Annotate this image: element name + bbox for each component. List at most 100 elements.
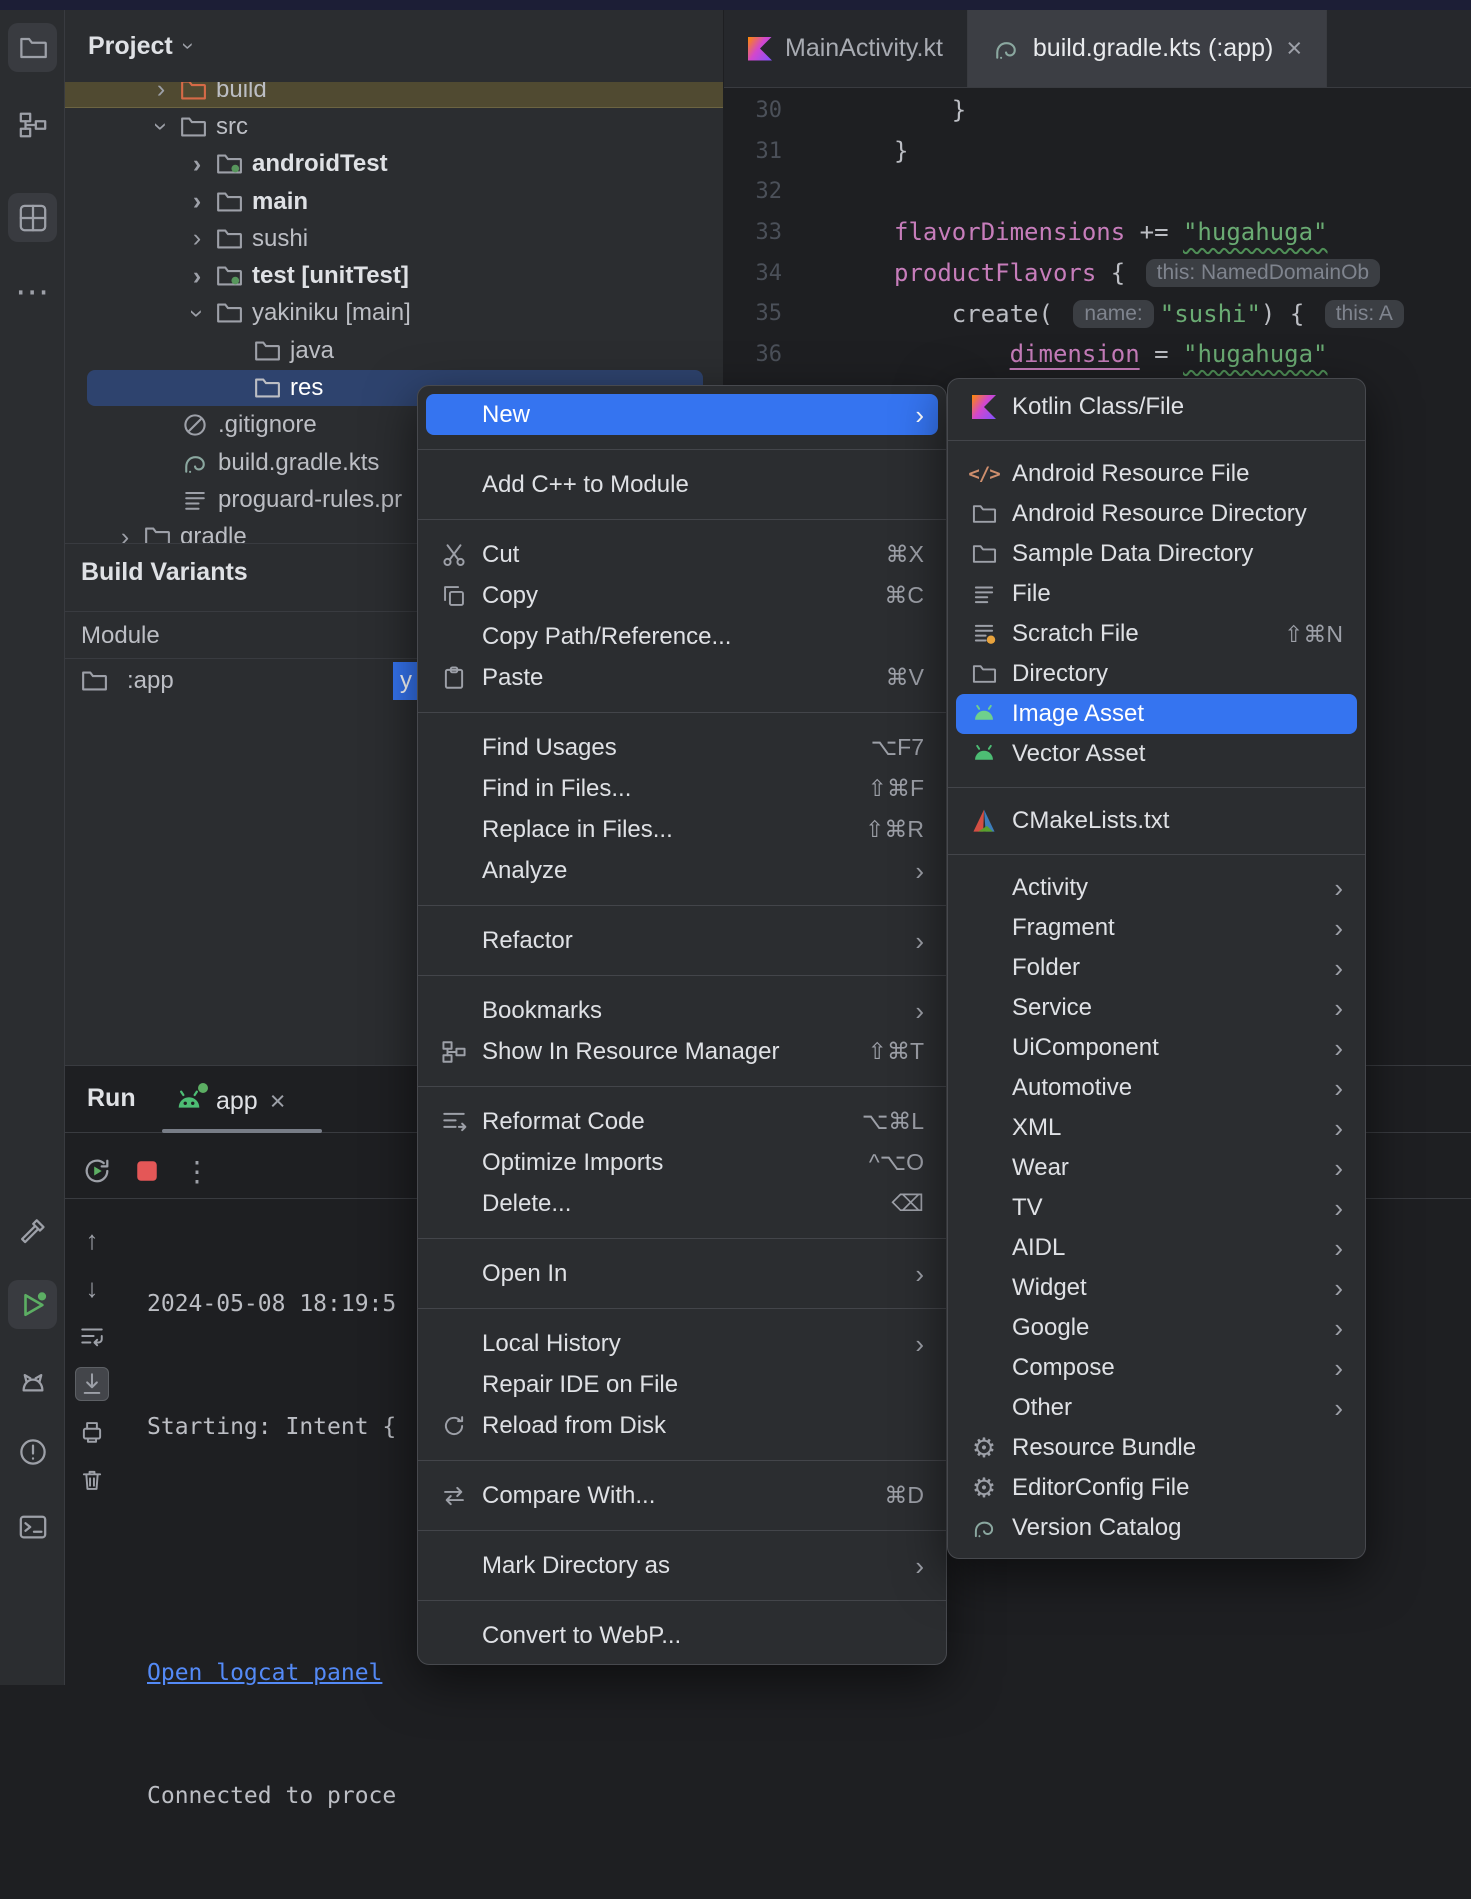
structure-tool-button[interactable] — [8, 100, 57, 149]
menu-item-compare-with[interactable]: Compare With... ⌘D — [426, 1475, 938, 1516]
line-number: 30 — [755, 97, 783, 123]
submenu-item-folder[interactable]: Folder › — [956, 948, 1357, 988]
submenu-item-image-asset[interactable]: Image Asset — [956, 694, 1357, 734]
problems-tool-button[interactable] — [8, 1427, 57, 1476]
print-button[interactable] — [75, 1415, 109, 1449]
more-options-button[interactable]: ⋮ — [180, 1154, 214, 1188]
tree-row-sushi[interactable]: › sushi — [65, 220, 723, 257]
gradle-icon — [968, 1513, 1000, 1543]
console-gutter: ↑ ↓ — [75, 1223, 109, 1497]
menu-item-analyze[interactable]: Analyze › — [426, 850, 938, 891]
menu-item-mark-directory-as[interactable]: Mark Directory as › — [426, 1545, 938, 1586]
menu-item-repair-ide[interactable]: Repair IDE on File — [426, 1364, 938, 1405]
menu-item-replace-in-files[interactable]: Replace in Files... ⇧⌘R — [426, 809, 938, 850]
tree-row-java[interactable]: java — [65, 332, 723, 369]
submenu-arrow-icon: › — [1334, 1353, 1343, 1383]
submenu-item-vector-asset[interactable]: Vector Asset — [956, 734, 1357, 774]
rerun-button[interactable] — [80, 1154, 114, 1188]
tree-row-src[interactable]: › src — [65, 108, 723, 145]
menu-item-paste[interactable]: Paste ⌘V — [426, 657, 938, 698]
menu-item-show-in-resource-manager[interactable]: Show In Resource Manager ⇧⌘T — [426, 1031, 938, 1072]
scroll-up-button[interactable]: ↑ — [75, 1223, 109, 1257]
close-icon[interactable]: × — [1286, 35, 1302, 62]
folder-icon — [18, 33, 48, 63]
submenu-item-android-resource-file[interactable]: </> Android Resource File — [956, 454, 1357, 494]
submenu-item-editorconfig[interactable]: ⚙ EditorConfig File — [956, 1468, 1357, 1508]
submenu-item-wear[interactable]: Wear › — [956, 1148, 1357, 1188]
menu-item-refactor[interactable]: Refactor › — [426, 920, 938, 961]
scroll-to-end-button[interactable] — [75, 1367, 109, 1401]
run-tab-app[interactable]: app × — [162, 1076, 298, 1126]
run-tool-button[interactable] — [8, 1280, 57, 1329]
submenu-item-compose[interactable]: Compose › — [956, 1348, 1357, 1388]
menu-item-local-history[interactable]: Local History › — [426, 1323, 938, 1364]
active-tab-indicator — [162, 1129, 322, 1133]
submenu-item-version-catalog[interactable]: Version Catalog — [956, 1508, 1357, 1548]
chevron-right-icon[interactable]: › — [180, 151, 214, 177]
tree-row-main[interactable]: › main — [65, 183, 723, 220]
submenu-item-google[interactable]: Google › — [956, 1308, 1357, 1348]
active-build-variant-cell[interactable]: y — [393, 662, 419, 700]
menu-item-add-cpp[interactable]: Add C++ to Module — [426, 464, 938, 505]
menu-item-copy-path[interactable]: Copy Path/Reference... — [426, 616, 938, 657]
folder-icon — [968, 499, 1000, 529]
chevron-down-icon[interactable]: › — [148, 110, 176, 144]
submenu-item-widget[interactable]: Widget › — [956, 1268, 1357, 1308]
tree-row-yakiniku[interactable]: › yakiniku [main] — [65, 295, 723, 332]
submenu-item-sample-data-directory[interactable]: Sample Data Directory — [956, 534, 1357, 574]
tab-mainactivity[interactable]: MainActivity.kt — [724, 10, 968, 87]
menu-item-optimize-imports[interactable]: Optimize Imports ^⌥O — [426, 1142, 938, 1183]
more-tool-windows-button[interactable]: ⋯ — [8, 267, 57, 316]
tree-row-test[interactable]: › test [unitTest] — [65, 257, 723, 294]
terminal-tool-button[interactable] — [8, 1502, 57, 1551]
run-console: 2024-05-08 18:19:5 Starting: Intent { Op… — [147, 1202, 396, 1899]
menu-item-open-in[interactable]: Open In › — [426, 1253, 938, 1294]
menu-item-find-usages[interactable]: Find Usages ⌥F7 — [426, 727, 938, 768]
close-icon[interactable]: × — [270, 1087, 286, 1115]
menu-item-copy[interactable]: Copy ⌘C — [426, 575, 938, 616]
menu-item-cut[interactable]: Cut ⌘X — [426, 534, 938, 575]
open-logcat-link[interactable]: Open logcat panel — [147, 1660, 382, 1686]
menu-item-delete[interactable]: Delete... ⌫ — [426, 1183, 938, 1224]
menu-item-reformat-code[interactable]: Reformat Code ⌥⌘L — [426, 1101, 938, 1142]
submenu-item-automotive[interactable]: Automotive › — [956, 1068, 1357, 1108]
resource-manager-tool-button[interactable] — [8, 193, 57, 242]
chevron-right-icon[interactable]: › — [180, 226, 214, 251]
build-tool-button[interactable] — [8, 1206, 57, 1255]
tab-build-gradle[interactable]: build.gradle.kts (:app) × — [967, 10, 1328, 87]
submenu-item-tv[interactable]: TV › — [956, 1188, 1357, 1228]
submenu-item-resource-bundle[interactable]: ⚙ Resource Bundle — [956, 1428, 1357, 1468]
logcat-tool-button[interactable] — [8, 1355, 57, 1404]
tree-row-androidTest[interactable]: › androidTest — [65, 146, 723, 183]
menu-item-bookmarks[interactable]: Bookmarks › — [426, 990, 938, 1031]
submenu-arrow-icon: › — [1334, 1033, 1343, 1063]
menu-item-reload-from-disk[interactable]: Reload from Disk — [426, 1405, 938, 1446]
submenu-item-directory[interactable]: Directory — [956, 654, 1357, 694]
chevron-right-icon[interactable]: › — [108, 524, 142, 543]
submenu-item-uicomponent[interactable]: UiComponent › — [956, 1028, 1357, 1068]
menu-item-find-in-files[interactable]: Find in Files... ⇧⌘F — [426, 768, 938, 809]
menu-item-convert-to-webp[interactable]: Convert to WebP... — [426, 1615, 938, 1656]
soft-wrap-button[interactable] — [75, 1319, 109, 1353]
project-tool-button[interactable] — [8, 23, 57, 72]
submenu-item-service[interactable]: Service › — [956, 988, 1357, 1028]
submenu-item-file[interactable]: File — [956, 574, 1357, 614]
chevron-down-icon[interactable]: › — [184, 296, 212, 330]
submenu-item-activity[interactable]: Activity › — [956, 868, 1357, 908]
stop-button[interactable] — [130, 1154, 164, 1188]
project-panel-header[interactable]: Project › — [65, 10, 723, 82]
clear-console-button[interactable] — [75, 1463, 109, 1497]
folder-icon — [252, 374, 282, 402]
chevron-right-icon[interactable]: › — [180, 263, 214, 289]
chevron-right-icon[interactable]: › — [180, 189, 214, 214]
submenu-item-xml[interactable]: XML › — [956, 1108, 1357, 1148]
scroll-down-button[interactable]: ↓ — [75, 1271, 109, 1305]
submenu-item-other[interactable]: Other › — [956, 1388, 1357, 1428]
submenu-item-scratch-file[interactable]: Scratch File ⇧⌘N — [956, 614, 1357, 654]
submenu-item-cmakelists[interactable]: CMakeLists.txt — [956, 801, 1357, 841]
menu-item-new[interactable]: New › — [426, 394, 938, 435]
submenu-item-aidl[interactable]: AIDL › — [956, 1228, 1357, 1268]
submenu-item-kotlin-class[interactable]: Kotlin Class/File — [956, 387, 1357, 427]
submenu-item-fragment[interactable]: Fragment › — [956, 908, 1357, 948]
submenu-item-android-resource-directory[interactable]: Android Resource Directory — [956, 494, 1357, 534]
